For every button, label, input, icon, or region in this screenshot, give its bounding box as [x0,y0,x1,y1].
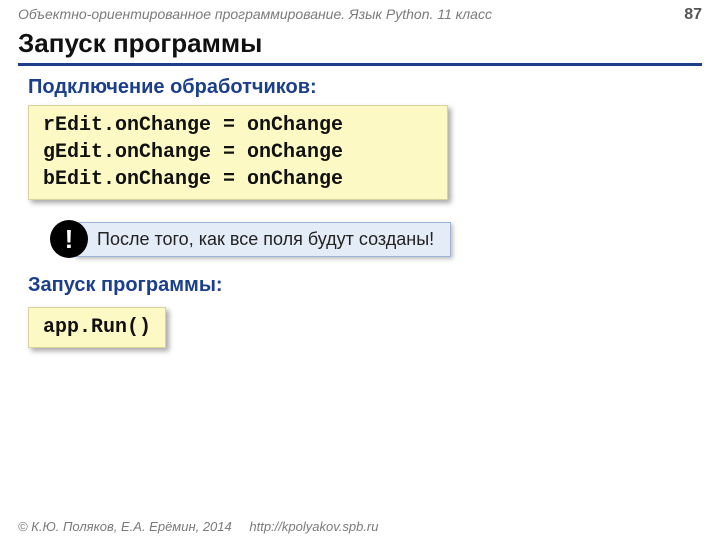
callout-text: После того, как все поля будут созданы! [74,222,451,257]
title-area: Запуск программы [0,24,720,66]
slide-header: Объектно-ориентированное программировани… [0,0,720,24]
slide-footer: © К.Ю. Поляков, Е.А. Ерёмин, 2014 http:/… [18,519,378,534]
footer-url: http://kpolyakov.spb.ru [249,519,378,534]
exclaim-icon: ! [50,220,88,258]
slide-content: Подключение обработчиков: rEdit.onChange… [0,66,720,348]
code-handlers: rEdit.onChange = onChange gEdit.onChange… [28,105,448,200]
section-run-label: Запуск программы: [28,274,692,297]
slide-title: Запуск программы [18,28,702,61]
course-name: Объектно-ориентированное программировани… [18,6,492,22]
code-run: app.Run() [28,307,166,348]
callout: ! После того, как все поля будут созданы… [50,220,692,258]
page-number: 87 [684,6,702,24]
section-handlers-label: Подключение обработчиков: [28,76,692,99]
copyright: © К.Ю. Поляков, Е.А. Ерёмин, 2014 [18,519,232,534]
